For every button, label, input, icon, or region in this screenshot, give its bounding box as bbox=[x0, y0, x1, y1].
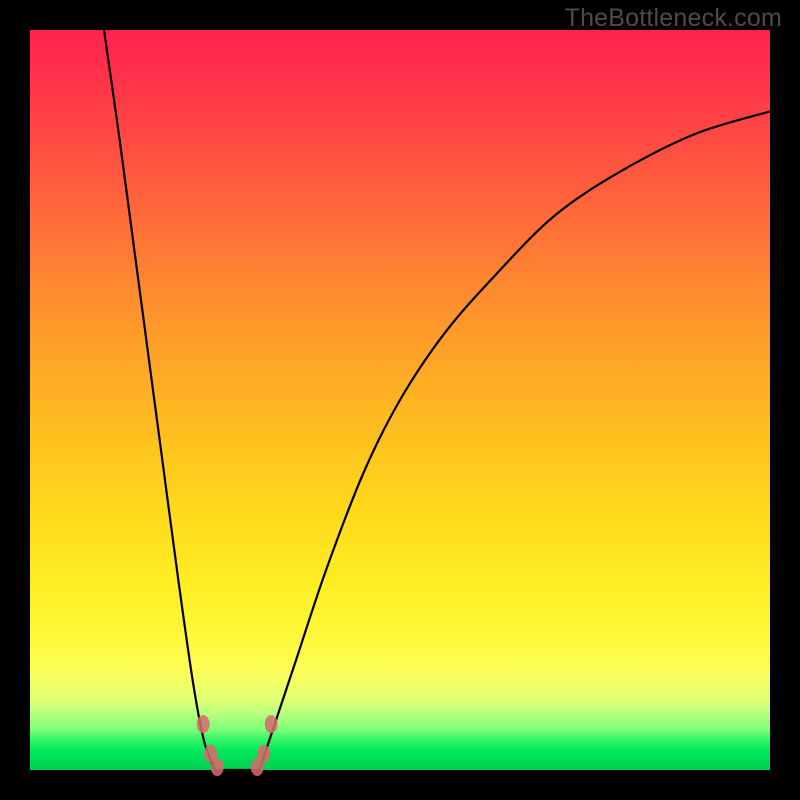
marker-group bbox=[197, 715, 278, 776]
plot-area bbox=[30, 30, 770, 770]
chart-svg bbox=[30, 30, 770, 770]
threshold-marker bbox=[265, 715, 278, 733]
bottleneck-curve bbox=[104, 30, 770, 773]
threshold-marker bbox=[257, 745, 270, 763]
threshold-marker bbox=[211, 758, 224, 776]
chart-frame: TheBottleneck.com bbox=[0, 0, 800, 800]
watermark-text: TheBottleneck.com bbox=[565, 4, 782, 33]
threshold-marker bbox=[197, 715, 210, 733]
